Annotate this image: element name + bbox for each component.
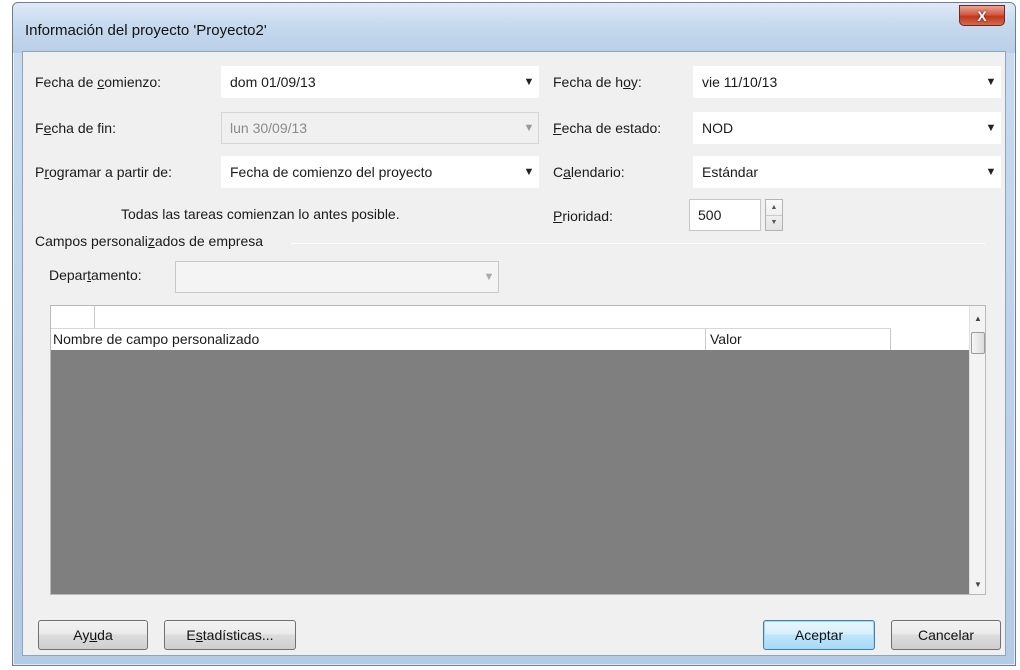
status-date-combo[interactable]: NOD ▼ (693, 112, 1001, 144)
finish-date-value: lun 30/09/13 (230, 120, 308, 136)
schedule-from-combo[interactable]: Fecha de comienzo del proyecto ▼ (221, 156, 539, 188)
title-bar[interactable]: Información del proyecto 'Proyecto2' X (13, 3, 1015, 53)
chevron-down-icon[interactable]: ▼ (520, 67, 538, 97)
column-header-value: Valor (710, 331, 742, 347)
close-button[interactable]: X (959, 5, 1005, 26)
custom-fields-grid[interactable]: Nombre de campo personalizado Valor ▲ ▼ (50, 305, 986, 595)
chevron-down-icon[interactable]: ▼ (982, 113, 1000, 143)
priority-label: Prioridad: (553, 208, 613, 224)
status-date-label: Fecha de estado: (553, 120, 662, 136)
start-date-value: dom 01/09/13 (230, 74, 316, 90)
grid-header-row: Nombre de campo personalizado Valor (51, 328, 891, 351)
help-button[interactable]: Ay u da (38, 620, 148, 650)
current-date-label: Fecha de hoy: (553, 74, 642, 90)
project-info-dialog: Información del proyecto 'Proyecto2' X F… (12, 2, 1016, 666)
finish-date-label: Fecha de fin: (35, 120, 116, 136)
chevron-down-icon[interactable]: ▼ (520, 157, 538, 187)
close-icon: X (977, 7, 987, 24)
chevron-down-icon[interactable]: ▼ (982, 157, 1000, 187)
grid-body[interactable] (51, 350, 971, 594)
scroll-thumb[interactable] (971, 332, 985, 354)
scroll-up-icon[interactable]: ▲ (970, 310, 986, 326)
cancel-button[interactable]: Cancelar (891, 620, 1001, 650)
department-label: Departamento: (49, 267, 142, 283)
column-header-value-cell[interactable]: Valor (705, 329, 891, 351)
spin-up-icon[interactable]: ▲ (766, 200, 782, 216)
current-date-combo[interactable]: vie 11/10/13 ▼ (693, 66, 1001, 98)
spin-down-icon[interactable]: ▼ (766, 216, 782, 231)
ok-button[interactable]: Aceptar (763, 620, 875, 650)
chevron-down-icon: ▼ (523, 122, 535, 134)
status-date-value: NOD (702, 120, 734, 136)
calendar-label: Calendario: (553, 164, 625, 180)
statistics-button[interactable]: Es tadísticas... (164, 620, 296, 650)
finish-date-combo: lun 30/09/13 ▼ (221, 112, 539, 144)
enterprise-fields-group-label: Campos personalizados de empresa (35, 233, 264, 249)
start-date-combo[interactable]: dom 01/09/13 ▼ (221, 66, 539, 98)
chevron-down-icon[interactable]: ▼ (982, 67, 1000, 97)
schedule-note: Todas las tareas comienzan lo antes posi… (121, 206, 400, 222)
calendar-value: Estándar (702, 164, 759, 180)
grid-corner-cell[interactable] (51, 306, 95, 328)
dialog-title: Información del proyecto 'Proyecto2' (25, 22, 267, 39)
priority-input[interactable]: 500 (689, 199, 761, 231)
scroll-down-icon[interactable]: ▼ (970, 576, 986, 592)
department-combo: ▼ (175, 261, 499, 293)
priority-spinner[interactable]: ▲ ▼ (765, 199, 783, 231)
current-date-value: vie 11/10/13 (702, 74, 778, 90)
vertical-scrollbar[interactable]: ▲ ▼ (969, 306, 985, 594)
schedule-from-label: Programar a partir de: (35, 164, 172, 180)
start-date-label: Fecha de comienzo: (35, 74, 162, 90)
calendar-combo[interactable]: Estándar ▼ (693, 156, 1001, 188)
group-divider (291, 243, 985, 244)
schedule-from-value: Fecha de comienzo del proyecto (230, 164, 433, 180)
column-header-name[interactable]: Nombre de campo personalizado (53, 331, 259, 347)
priority-value: 500 (698, 207, 722, 223)
chevron-down-icon: ▼ (483, 271, 495, 283)
